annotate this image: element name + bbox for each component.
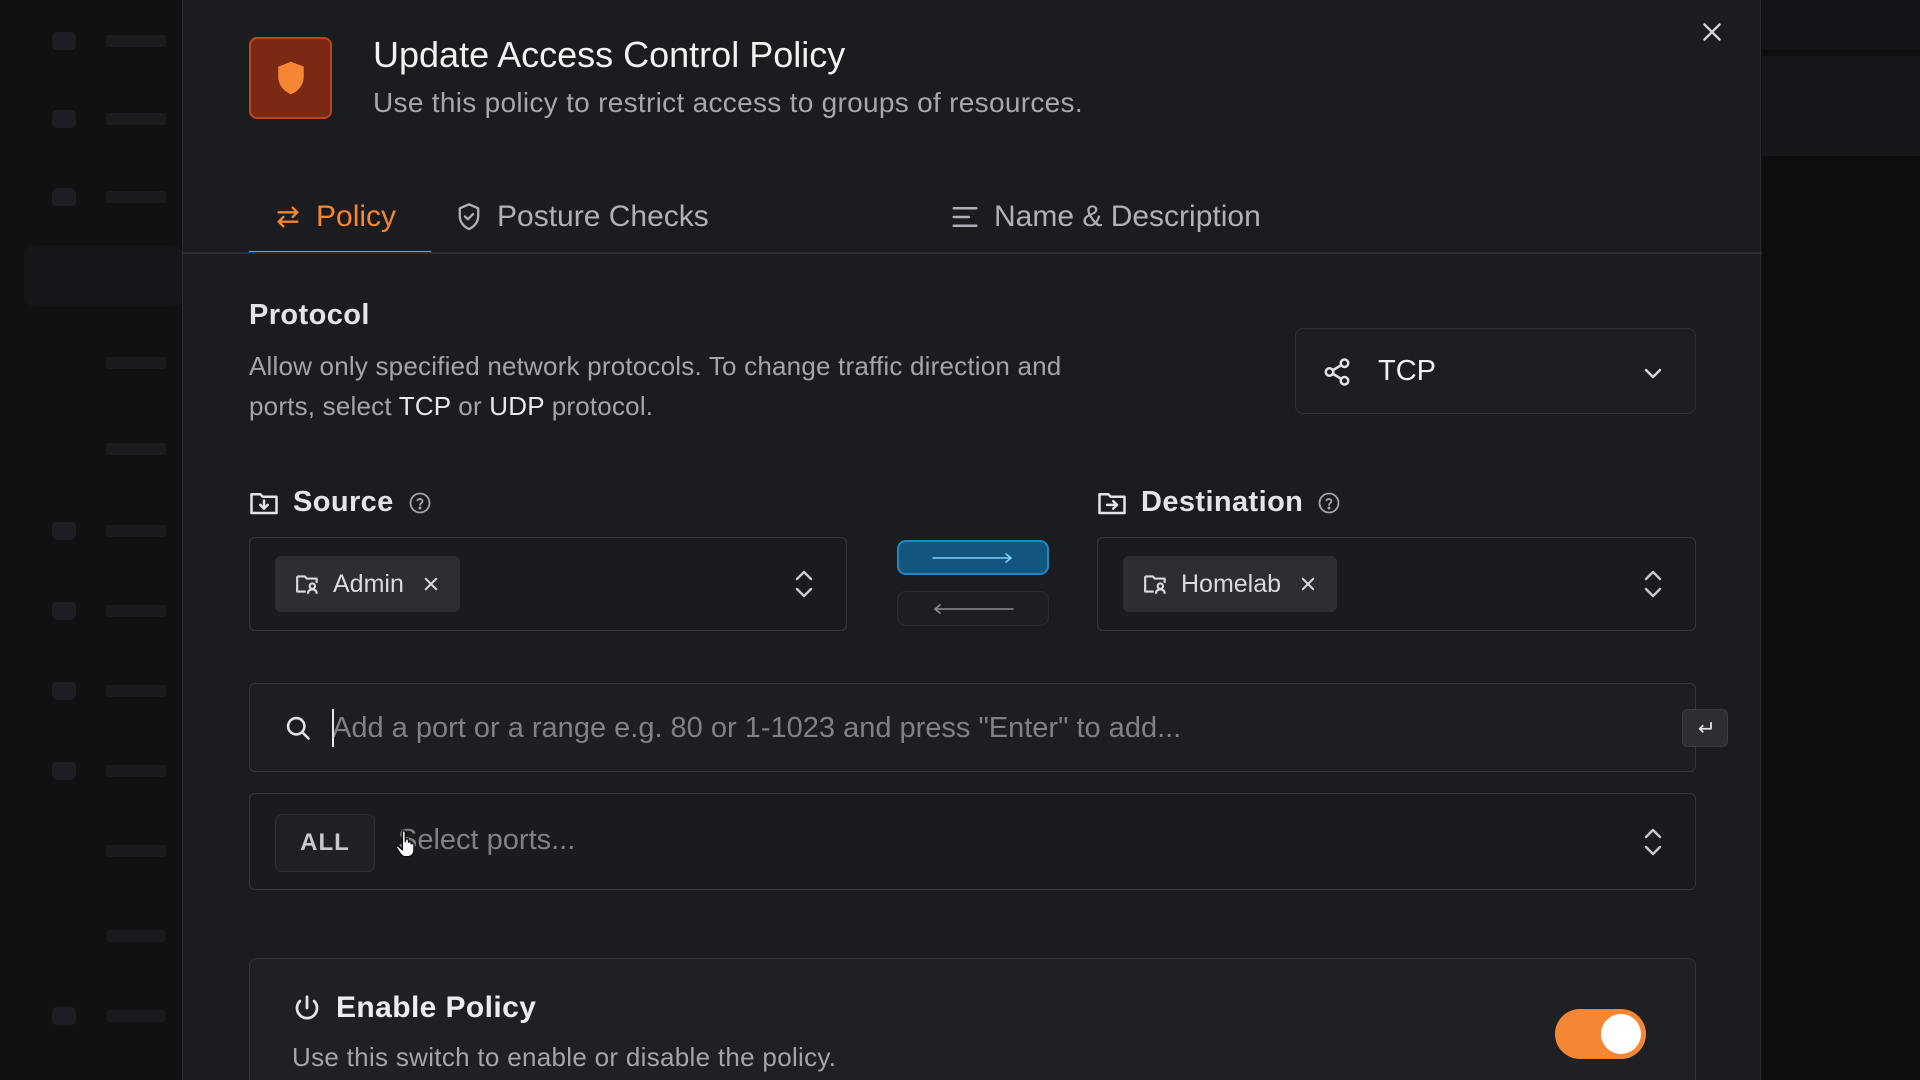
protocol-value: TCP	[1378, 354, 1436, 387]
close-button[interactable]	[1692, 12, 1732, 52]
source-chip-label: Admin	[333, 569, 404, 598]
arrows-exchange-icon	[277, 206, 299, 227]
close-icon	[1703, 23, 1721, 41]
protocol-desc-udp: UDP	[489, 391, 545, 421]
hand-pointer-icon	[395, 830, 415, 858]
enable-policy-title: Enable Policy	[336, 991, 537, 1024]
folder-in-icon	[250, 492, 278, 514]
power-icon	[295, 995, 319, 1020]
policy-header-badge	[249, 37, 332, 119]
protocol-select[interactable]: TCP	[1295, 328, 1696, 414]
folder-out-icon	[1098, 492, 1126, 514]
ports-select[interactable]: ALL Select ports...	[249, 793, 1696, 890]
help-circle-icon[interactable]	[1317, 491, 1341, 515]
direction-forward-button[interactable]	[897, 540, 1049, 575]
port-input-container	[249, 683, 1728, 772]
tab-name-description[interactable]: Name & Description	[950, 180, 1261, 253]
help-circle-icon[interactable]	[408, 491, 432, 515]
shield-icon	[277, 61, 304, 95]
source-group-select[interactable]: Admin	[249, 537, 847, 631]
folder-group-icon	[296, 575, 318, 594]
source-label: Source	[293, 486, 394, 518]
share-nodes-icon	[1324, 358, 1350, 386]
tabs-divider	[183, 252, 1762, 254]
modal-title: Update Access Control Policy	[373, 34, 846, 75]
enter-key-button[interactable]	[1682, 709, 1728, 747]
chevron-updown-icon	[1644, 570, 1662, 598]
protocol-description: Allow only specified network protocols. …	[249, 351, 1062, 421]
enter-icon	[1698, 721, 1712, 733]
shield-check-icon	[458, 202, 480, 230]
text-lines-icon	[952, 206, 978, 227]
destination-label: Destination	[1141, 486, 1304, 518]
destination-chip-homelab: Homelab	[1123, 556, 1338, 612]
ports-placeholder: Select ports...	[398, 824, 576, 856]
policy-modal: Update Access Control Policy Use this po…	[182, 0, 1762, 1080]
enable-policy-title-row: Enable Policy	[292, 991, 536, 1025]
tab-posture-checks-label: Posture Checks	[497, 199, 709, 233]
tab-policy-label: Policy	[316, 199, 397, 233]
close-icon	[1301, 577, 1315, 591]
direction-backward-button[interactable]	[897, 591, 1049, 626]
text-caret	[332, 709, 334, 747]
toggle-knob	[1601, 1014, 1641, 1054]
arrow-right-icon	[932, 552, 1013, 563]
chevron-updown-icon	[795, 570, 813, 598]
protocol-label: Protocol	[249, 299, 370, 331]
folder-group-icon	[1144, 575, 1166, 594]
tab-name-description-label: Name & Description	[994, 199, 1261, 233]
destination-label-row: Destination	[1097, 486, 1341, 519]
all-ports-badge[interactable]: ALL	[275, 814, 375, 872]
remove-destination-chip-button[interactable]	[1299, 575, 1317, 593]
background-content	[1762, 0, 1920, 1080]
search-icon	[286, 716, 310, 740]
source-chip-admin: Admin	[275, 556, 460, 612]
protocol-desc-tcp: TCP	[398, 391, 451, 421]
enable-policy-card: Enable Policy Use this switch to enable …	[249, 958, 1696, 1080]
enable-policy-description: Use this switch to enable or disable the…	[292, 1042, 837, 1072]
modal-subtitle: Use this policy to restrict access to gr…	[373, 87, 1083, 118]
enable-policy-toggle[interactable]	[1555, 1009, 1646, 1059]
port-input[interactable]	[332, 704, 1512, 752]
destination-group-select[interactable]: Homelab	[1097, 537, 1696, 631]
close-icon	[424, 577, 438, 591]
tab-policy[interactable]: Policy	[249, 180, 431, 254]
remove-source-chip-button[interactable]	[422, 575, 440, 593]
source-label-row: Source	[249, 486, 432, 519]
background-sidebar	[0, 0, 190, 1080]
chevron-down-icon	[1644, 368, 1662, 379]
tab-posture-checks[interactable]: Posture Checks	[455, 180, 709, 253]
tab-bar: Policy Posture Checks Name & Description	[249, 180, 1760, 254]
chevron-updown-icon	[1644, 828, 1662, 856]
arrow-left-icon	[933, 603, 1014, 614]
destination-chip-label: Homelab	[1181, 569, 1282, 598]
